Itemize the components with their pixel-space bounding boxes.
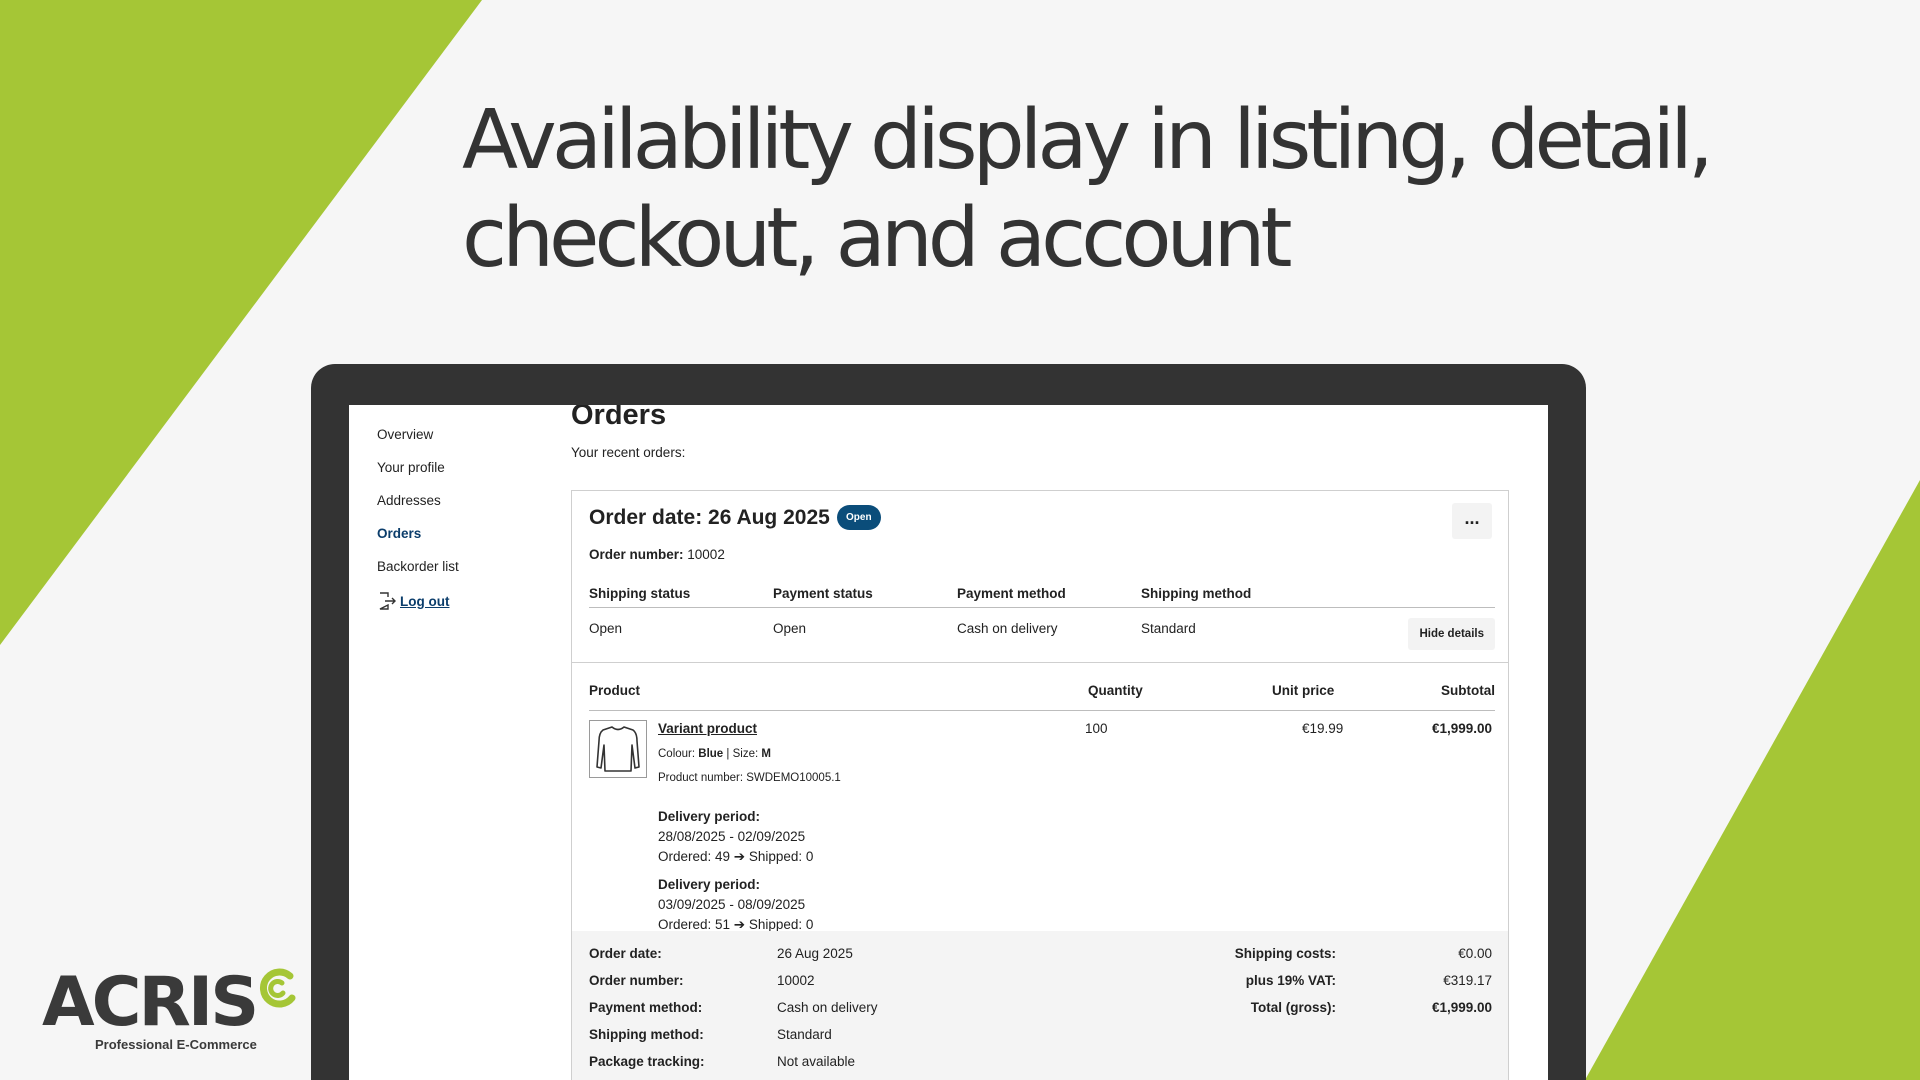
item-unit-price: €19.99 [1302, 721, 1344, 736]
acris-logo: ACRIS Professional E-Commerce [42, 968, 302, 1058]
summary-label: Shipping method: [589, 1027, 704, 1042]
summary-value: 10002 [777, 973, 815, 988]
sidebar-item-profile[interactable]: Your profile [377, 460, 557, 493]
order-card-header: Order date: 26 Aug 2025 Open ... Order n… [572, 491, 1508, 663]
ellipsis-icon: ... [1464, 508, 1480, 528]
order-number-value: 10002 [687, 547, 725, 562]
headline-line-2: checkout, and account [462, 191, 1293, 286]
more-options-button[interactable]: ... [1452, 503, 1492, 539]
sidebar-item-orders[interactable]: Orders [377, 526, 557, 559]
page-title: Orders [571, 405, 667, 431]
header-payment-method: Payment method [957, 586, 1066, 601]
summary-value: Cash on delivery [777, 1000, 878, 1015]
item-subtotal: €1,999.00 [1431, 721, 1492, 736]
logo-tagline: Professional E-Commerce [95, 1037, 257, 1052]
sidebar-item-overview[interactable]: Overview [377, 427, 557, 460]
sidebar-item-addresses[interactable]: Addresses [377, 493, 557, 526]
item-quantity: 100 [1085, 721, 1108, 736]
header-subtotal: Subtotal [1441, 683, 1495, 698]
product-options: Colour: Blue | Size: M [658, 748, 771, 760]
headline-line-1: Availability display in listing, detail, [462, 93, 1714, 188]
total-label: Total (gross): [1250, 1000, 1336, 1015]
delivery-period-label: Delivery period: [658, 809, 761, 824]
value-shipping-status: Open [589, 620, 623, 636]
delivery-period-dates: 03/09/2025 - 08/09/2025 [658, 897, 806, 912]
logout-label: Log out [400, 594, 450, 609]
product-number: Product number: SWDEMO10005.1 [658, 772, 841, 784]
delivery-period-label: Delivery period: [658, 877, 761, 892]
value-payment-method: Cash on delivery [957, 620, 1058, 636]
order-items: Product Quantity Unit price Subtotal Var… [572, 663, 1508, 932]
order-number: Order number: 10002 [589, 547, 725, 562]
summary-label: Order date: [589, 946, 662, 961]
product-name-link[interactable]: Variant product [658, 721, 757, 736]
status-badge: Open [837, 505, 881, 530]
items-table-header: Product Quantity Unit price Subtotal [589, 683, 1495, 711]
delivery-period-progress: Ordered: 49 ➔ Shipped: 0 [658, 849, 814, 864]
account-sidebar: Overview Your profile Addresses Orders B… [377, 427, 557, 611]
value-payment-status: Open [773, 620, 807, 636]
order-summary: Order date: 26 Aug 2025 Order number: 10… [572, 931, 1508, 1080]
order-status-table: Shipping status Payment status Payment m… [589, 586, 1495, 650]
product-image[interactable] [589, 720, 647, 778]
size-value: M [761, 748, 771, 760]
size-label: Size: [732, 748, 759, 760]
delivery-period-1: Delivery period: 28/08/2025 - 02/09/2025… [658, 807, 813, 867]
summary-label: Package tracking: [589, 1054, 705, 1069]
order-number-label: Order number: [589, 547, 684, 562]
summary-label: Payment method: [589, 1000, 703, 1015]
delivery-period-dates: 28/08/2025 - 02/09/2025 [658, 829, 806, 844]
total-value: €0.00 [1458, 946, 1492, 961]
order-title: Order date: 26 Aug 2025 [589, 506, 830, 529]
status-table-header: Shipping status Payment status Payment m… [589, 586, 1495, 608]
delivery-period-2: Delivery period: 03/09/2025 - 08/09/2025… [658, 875, 813, 935]
value-shipping-method: Standard [1141, 620, 1196, 636]
summary-value: Standard [777, 1027, 832, 1042]
hide-details-button[interactable]: Hide details [1408, 618, 1495, 650]
status-table-row: Open Open Cash on delivery Standard [589, 608, 1495, 648]
logout-link[interactable]: Log out [377, 592, 557, 611]
colour-value: Blue [698, 748, 724, 760]
header-shipping-status: Shipping status [589, 586, 691, 601]
header-unit-price: Unit price [1272, 683, 1335, 698]
header-product: Product [589, 683, 641, 698]
total-value: €1,999.00 [1431, 1000, 1492, 1015]
summary-value: Not available [777, 1054, 856, 1069]
account-screen: Overview Your profile Addresses Orders B… [349, 405, 1548, 1080]
page-subtitle: Your recent orders: [571, 445, 686, 460]
logout-icon [379, 592, 396, 610]
option-separator: | [726, 748, 730, 760]
header-shipping-method: Shipping method [1141, 586, 1252, 601]
order-card: Order date: 26 Aug 2025 Open ... Order n… [571, 490, 1509, 1080]
headline: Availability display in listing, detail,… [462, 92, 1762, 288]
total-label: plus 19% VAT: [1245, 973, 1336, 988]
logo-swirl-icon [259, 968, 296, 1008]
total-label: Shipping costs: [1234, 946, 1336, 961]
sweater-icon [596, 726, 640, 772]
logo-wordmark: ACRIS [42, 963, 259, 1042]
colour-label: Colour: [658, 748, 696, 760]
summary-label: Order number: [589, 973, 684, 988]
summary-value: 26 Aug 2025 [777, 946, 853, 961]
header-quantity: Quantity [1088, 683, 1143, 698]
total-value: €319.17 [1443, 973, 1492, 988]
header-payment-status: Payment status [773, 586, 873, 601]
sidebar-item-backorder-list[interactable]: Backorder list [377, 559, 557, 592]
